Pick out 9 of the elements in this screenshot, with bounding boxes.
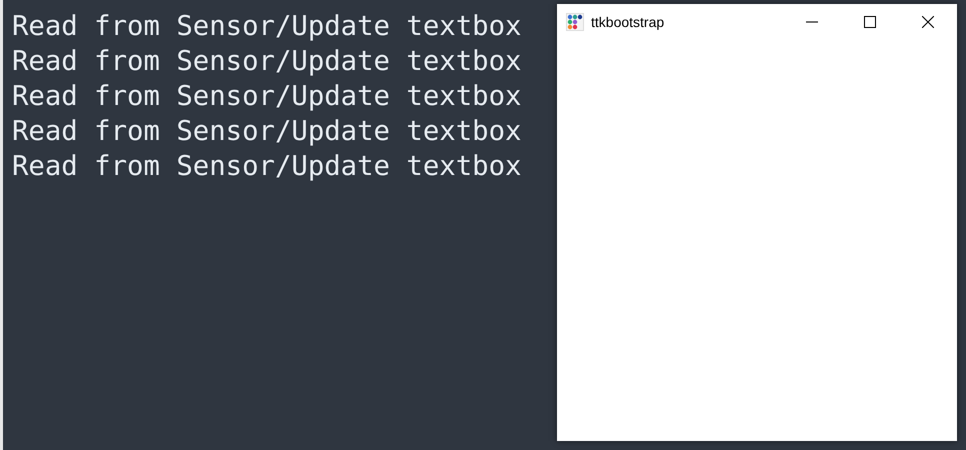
output-line: Read from Sensor/Update textbox <box>12 80 522 114</box>
output-line: Read from Sensor/Update textbox <box>12 10 522 44</box>
window-title: ttkbootstrap <box>591 14 664 30</box>
maximize-icon <box>864 16 876 28</box>
output-line: Read from Sensor/Update textbox <box>12 45 522 79</box>
app-logo-icon <box>566 13 584 31</box>
output-line: Read from Sensor/Update textbox <box>12 150 522 184</box>
close-icon <box>922 16 934 28</box>
output-line: Read from Sensor/Update textbox <box>12 115 522 149</box>
